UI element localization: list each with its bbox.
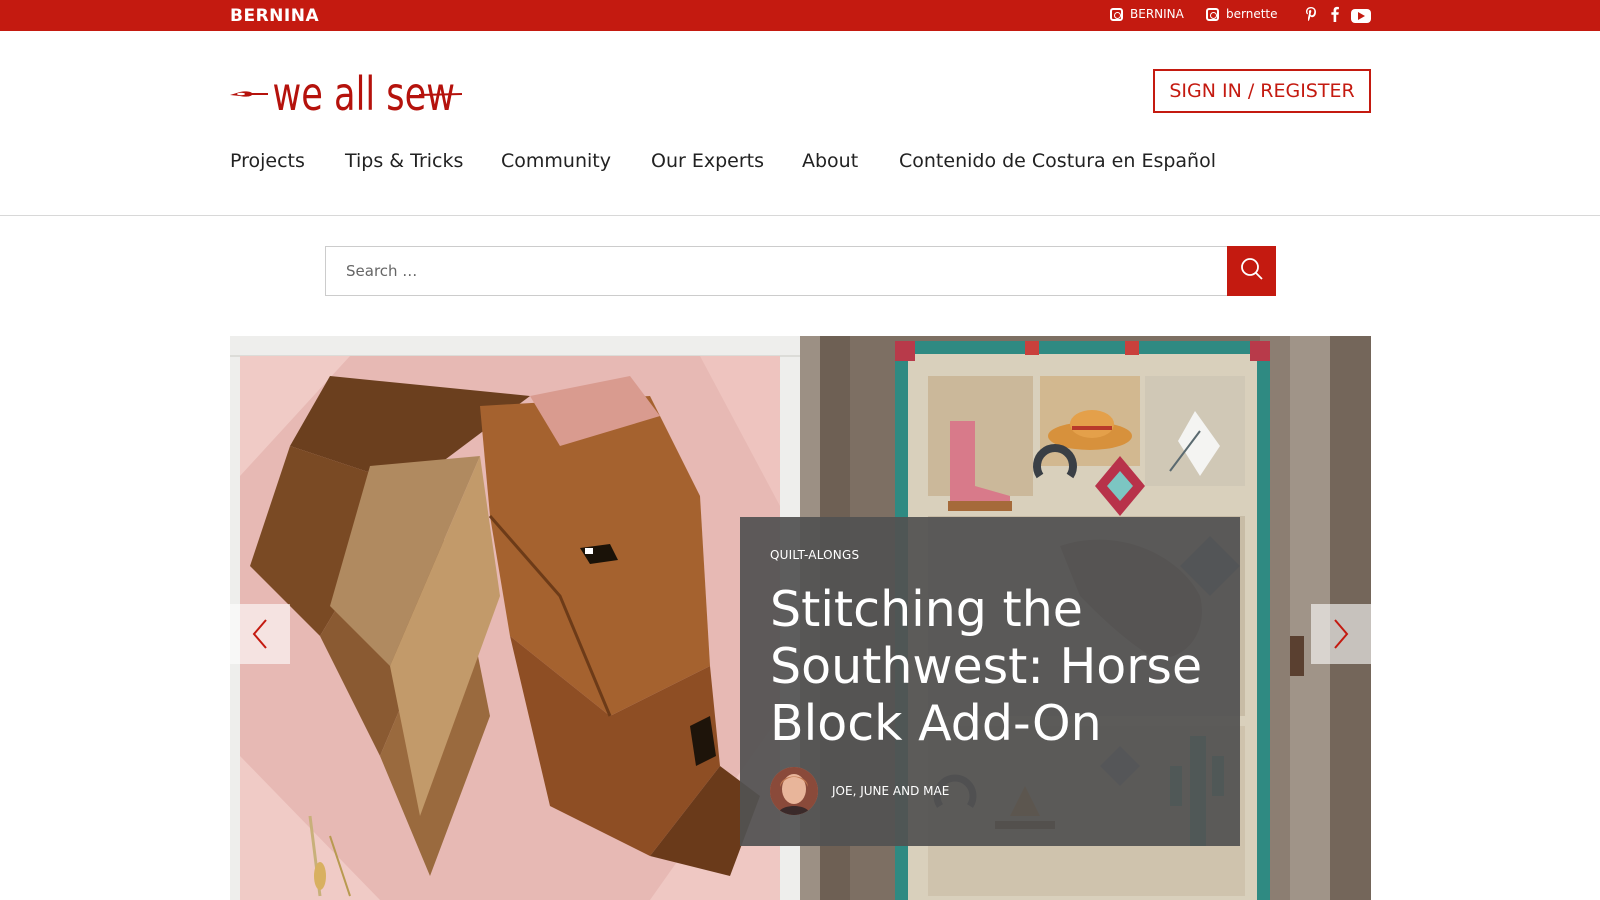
bernina-instagram-label: BERNINA [1130, 7, 1184, 21]
search-button[interactable] [1227, 246, 1276, 296]
bernina-brand-link[interactable]: BERNINA [230, 6, 319, 26]
facebook-icon[interactable] [1331, 6, 1339, 28]
bernette-instagram-link[interactable]: bernette [1206, 7, 1278, 21]
youtube-icon[interactable] [1351, 9, 1371, 23]
header-divider [0, 215, 1600, 216]
instagram-icon [1110, 7, 1123, 21]
featured-post-card[interactable]: QUILT-ALONGS Stitching the Southwest: Ho… [740, 517, 1240, 846]
nav-item-about[interactable]: About [802, 150, 858, 172]
we-all-sew-logo[interactable]: we all sew [230, 62, 463, 122]
logo-text: we all sew [273, 68, 456, 122]
bernina-instagram-link[interactable]: BERNINA [1110, 7, 1184, 21]
horse-quilt-block-image [230, 336, 800, 900]
search-icon [1240, 257, 1264, 286]
nav-item-projects[interactable]: Projects [230, 150, 305, 172]
avatar [770, 767, 818, 815]
search-input[interactable] [325, 246, 1228, 296]
bernette-instagram-label: bernette [1226, 7, 1278, 21]
nav-item-tips-tricks[interactable]: Tips & Tricks [345, 150, 463, 172]
nav-item-community[interactable]: Community [501, 150, 611, 172]
post-author[interactable]: JOE, JUNE AND MAE [832, 784, 949, 798]
chevron-right-icon [1331, 618, 1351, 650]
chevron-left-icon [250, 618, 270, 650]
pinterest-icon[interactable] [1305, 6, 1317, 28]
post-category[interactable]: QUILT-ALONGS [770, 548, 859, 562]
post-title[interactable]: Stitching the Southwest: Horse Block Add… [770, 581, 1220, 752]
nav-item-espanol[interactable]: Contenido de Costura en Español [899, 150, 1216, 172]
carousel-prev-button[interactable] [230, 604, 290, 664]
instagram-icon [1206, 7, 1219, 21]
nav-item-our-experts[interactable]: Our Experts [651, 150, 764, 172]
hero-carousel: QUILT-ALONGS Stitching the Southwest: Ho… [230, 336, 1371, 900]
carousel-next-button[interactable] [1311, 604, 1371, 664]
sign-in-register-button[interactable]: SIGN IN / REGISTER [1153, 69, 1371, 113]
top-bar: BERNINA BERNINA bernette [0, 0, 1600, 31]
